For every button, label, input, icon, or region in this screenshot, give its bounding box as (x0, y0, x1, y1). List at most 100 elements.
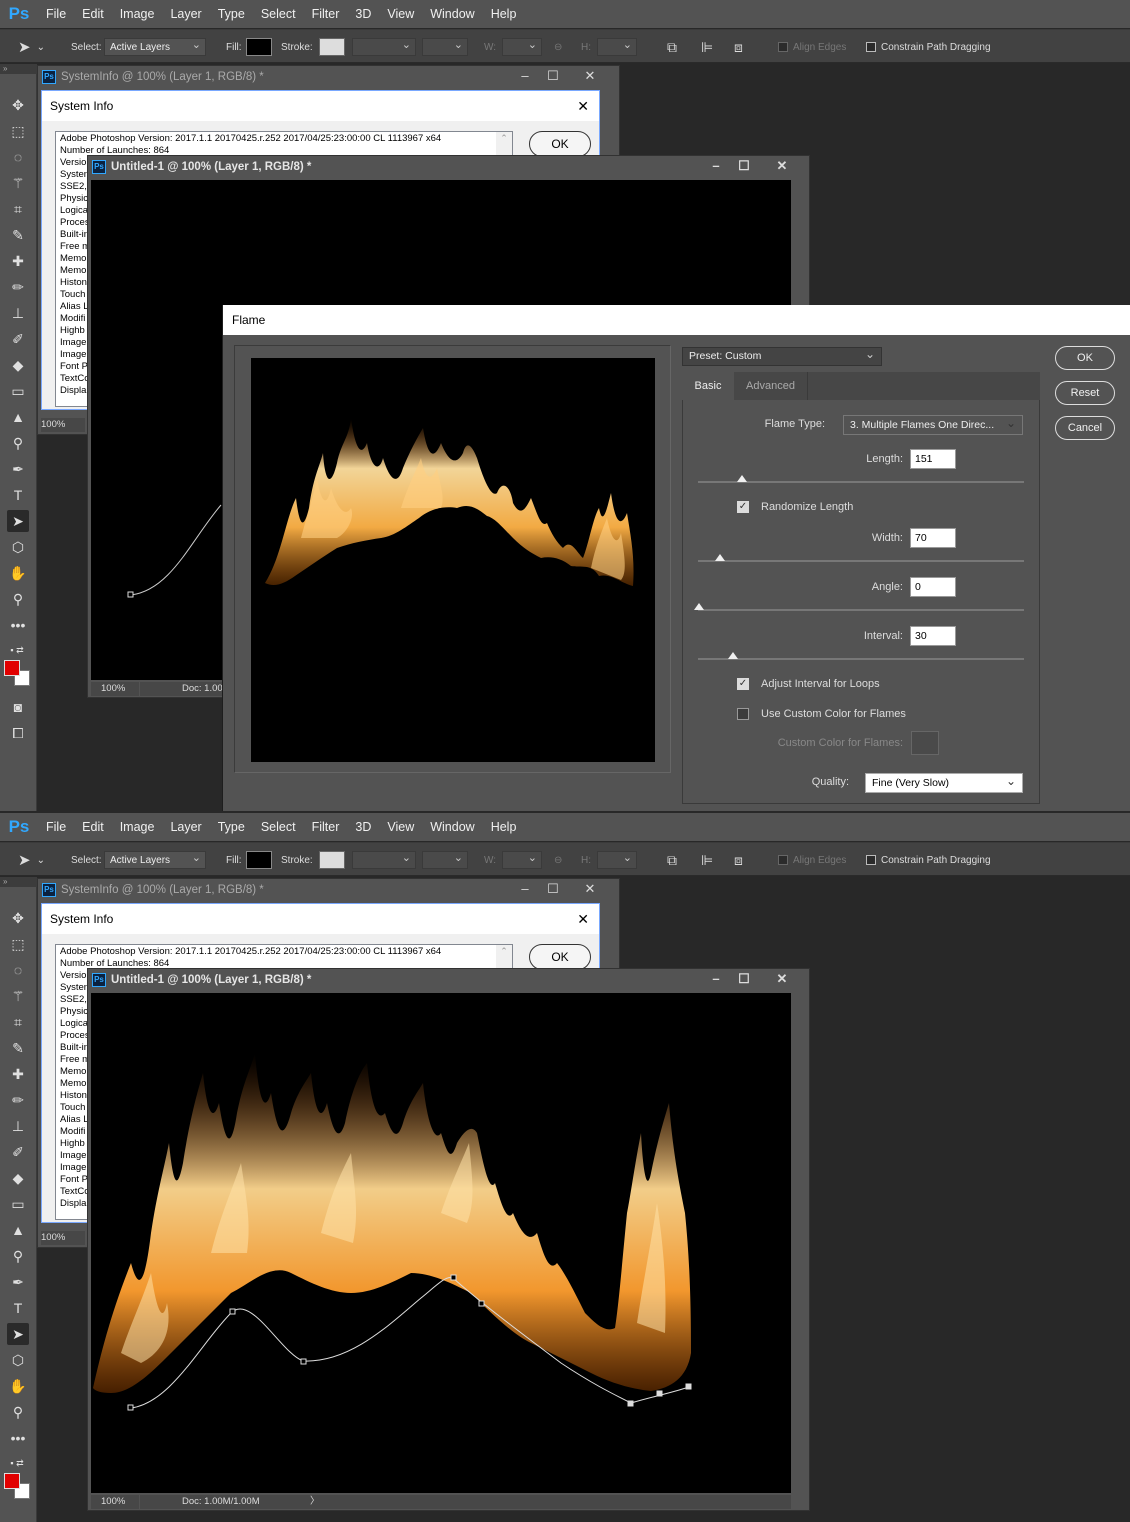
link-icon[interactable]: ⊖ (554, 843, 562, 877)
crop-icon[interactable]: ⌗ (7, 198, 29, 220)
gradient-icon[interactable]: ▭ (7, 380, 29, 402)
maximize-icon[interactable]: ☐ (733, 156, 755, 178)
height-field[interactable] (597, 38, 637, 56)
maximize-icon[interactable]: ☐ (733, 969, 755, 991)
history-brush-icon[interactable]: ✐ (7, 1141, 29, 1163)
path-arrangement-icon[interactable]: ⧈ (734, 30, 743, 64)
menu-file[interactable]: File (38, 0, 74, 28)
align-edges-checkbox[interactable] (778, 855, 788, 865)
more-icon[interactable]: ••• (7, 1427, 29, 1449)
eyedropper-icon[interactable]: ✎ (7, 224, 29, 246)
more-icon[interactable]: ••• (7, 614, 29, 636)
shape-icon[interactable]: ⬡ (7, 1349, 29, 1371)
brush-icon[interactable]: ✏ (7, 276, 29, 298)
type-icon[interactable]: T (7, 484, 29, 506)
stamp-icon[interactable]: ⊥ (7, 1115, 29, 1137)
minimize-icon[interactable]: – (705, 969, 727, 991)
minimize-icon[interactable]: – (514, 879, 536, 901)
menu-filter[interactable]: Filter (304, 0, 348, 28)
constrain-checkbox[interactable] (866, 42, 876, 52)
custom-color-checkbox[interactable] (737, 708, 749, 720)
width-field[interactable] (502, 38, 542, 56)
maximize-icon[interactable]: ☐ (542, 66, 564, 88)
width-input[interactable]: 70 (910, 528, 956, 548)
stroke-swatch[interactable] (319, 38, 345, 56)
lasso-icon[interactable]: ◌ (7, 146, 29, 168)
close-icon[interactable]: ✕ (579, 66, 601, 88)
hand-icon[interactable]: ✋ (7, 1375, 29, 1397)
dodge-icon[interactable]: ⚲ (7, 1245, 29, 1267)
menu-3d[interactable]: 3D (347, 0, 379, 28)
status-arrow-icon[interactable]: 〉 (310, 1495, 320, 1509)
move-icon[interactable]: ✥ (7, 907, 29, 929)
align-edges-checkbox[interactable] (778, 42, 788, 52)
gradient-icon[interactable]: ▭ (7, 1193, 29, 1215)
menu-layer[interactable]: Layer (162, 813, 209, 841)
history-brush-icon[interactable]: ✐ (7, 328, 29, 350)
swap-colors-icon[interactable]: ▪ ⇄ (2, 639, 32, 661)
angle-slider-track[interactable] (698, 609, 1024, 611)
close-icon[interactable]: ✕ (771, 969, 793, 991)
menu-filter[interactable]: Filter (304, 813, 348, 841)
zoom-icon[interactable]: ⚲ (7, 1401, 29, 1423)
interval-slider-track[interactable] (698, 658, 1024, 660)
marquee-icon[interactable]: ⬚ (7, 120, 29, 142)
minimize-icon[interactable]: – (705, 156, 727, 178)
eraser-icon[interactable]: ◆ (7, 1167, 29, 1189)
stroke-width-field[interactable] (352, 38, 416, 56)
path-operations-icon[interactable]: ⧉ (667, 843, 677, 877)
menu-help[interactable]: Help (483, 813, 525, 841)
width-slider-track[interactable] (698, 560, 1024, 562)
stroke-width-field[interactable] (352, 851, 416, 869)
menu-image[interactable]: Image (112, 813, 163, 841)
angle-slider-thumb[interactable] (694, 603, 704, 610)
flame-reset-button[interactable]: Reset (1055, 381, 1115, 405)
document-canvas[interactable] (91, 993, 791, 1493)
blur-icon[interactable]: ▲ (7, 1219, 29, 1241)
healing-icon[interactable]: ✚ (7, 1063, 29, 1085)
menu-3d[interactable]: 3D (347, 813, 379, 841)
flame-type-dropdown[interactable]: 3. Multiple Flames One Direc... (843, 414, 1023, 435)
magic-wand-icon[interactable]: ⚚ (7, 172, 29, 194)
select-dropdown[interactable]: Active Layers (104, 38, 206, 56)
shape-icon[interactable]: ⬡ (7, 536, 29, 558)
menu-type[interactable]: Type (210, 0, 253, 28)
eyedropper-icon[interactable]: ✎ (7, 1037, 29, 1059)
interval-input[interactable]: 30 (910, 626, 956, 646)
length-slider-thumb[interactable] (737, 475, 747, 482)
menu-file[interactable]: File (38, 813, 74, 841)
marquee-icon[interactable]: ⬚ (7, 933, 29, 955)
hand-icon[interactable]: ✋ (7, 562, 29, 584)
menu-layer[interactable]: Layer (162, 0, 209, 28)
collapse-icon[interactable]: » (0, 64, 37, 74)
move-icon[interactable]: ✥ (7, 94, 29, 116)
path-operations-icon[interactable]: ⧉ (667, 30, 677, 64)
close-icon[interactable]: ✕ (771, 156, 793, 178)
link-icon[interactable]: ⊖ (554, 30, 562, 64)
stroke-swatch[interactable] (319, 851, 345, 869)
dialog-close-icon[interactable]: ✕ (577, 91, 589, 121)
width-slider-thumb[interactable] (715, 554, 725, 561)
adjust-interval-checkbox[interactable]: ✓ (737, 678, 749, 690)
menu-edit[interactable]: Edit (74, 813, 112, 841)
brush-icon[interactable]: ✏ (7, 1089, 29, 1111)
path-alignment-icon[interactable]: ⊫ (701, 30, 713, 64)
doc-zoom[interactable]: 100% (91, 682, 139, 696)
quality-dropdown[interactable]: Fine (Very Slow) (865, 772, 1023, 793)
dodge-icon[interactable]: ⚲ (7, 432, 29, 454)
pen-icon[interactable]: ✒ (7, 1271, 29, 1293)
foreground-color[interactable] (4, 1473, 20, 1489)
tab-basic[interactable]: Basic (682, 372, 734, 400)
menu-image[interactable]: Image (112, 0, 163, 28)
stamp-icon[interactable]: ⊥ (7, 302, 29, 324)
type-icon[interactable]: T (7, 1297, 29, 1319)
custom-color-swatch[interactable] (911, 731, 939, 755)
path-select-icon[interactable]: ➤ (7, 510, 29, 532)
close-icon[interactable]: ✕ (579, 879, 601, 901)
path-arrangement-icon[interactable]: ⧈ (734, 843, 743, 877)
sysinfo-zoom[interactable]: 100% (41, 418, 85, 432)
height-field[interactable] (597, 851, 637, 869)
doc-zoom[interactable]: 100% (91, 1495, 139, 1509)
collapse-icon[interactable]: » (0, 877, 37, 887)
menu-select[interactable]: Select (253, 0, 304, 28)
